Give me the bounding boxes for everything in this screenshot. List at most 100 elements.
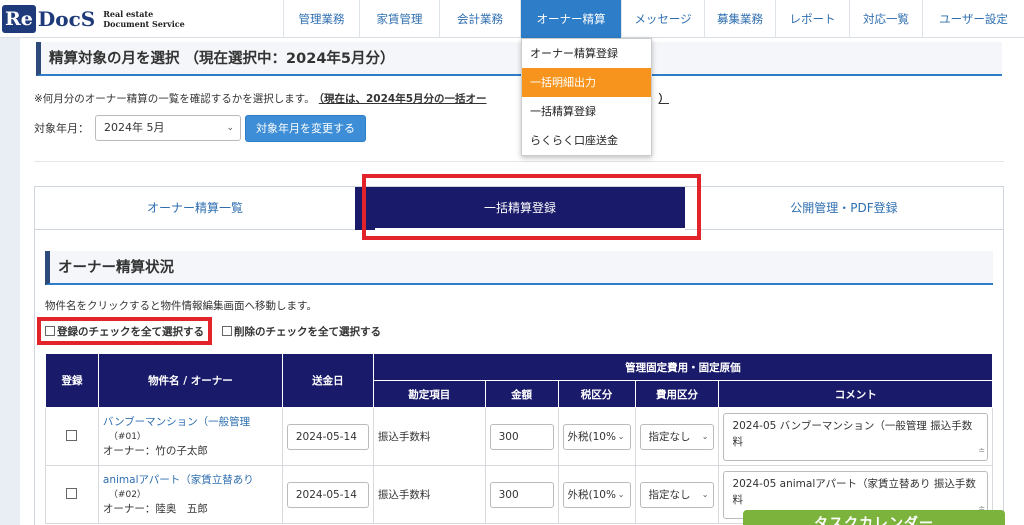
comment-text: 2024-05 バンブーマンション（一般管理 振込手数料 [732, 419, 973, 448]
account-cell: 振込手数料 [372, 407, 486, 466]
cost-type-select[interactable]: 指定なし ⌄ [639, 481, 715, 508]
nav-message[interactable]: メッセージ [621, 0, 704, 38]
owner-settlement-dropdown: オーナー精算登録 一括明細出力 一括精算登録 らくらく口座送金 [521, 38, 652, 156]
logo-subtitle-line1: Real estate [103, 9, 154, 19]
dropdown-item-owner-settlement-register[interactable]: オーナー精算登録 [522, 39, 651, 68]
month-select[interactable]: 2024年 5月 ⌄ [95, 115, 241, 141]
amount-input[interactable]: 300 [489, 423, 554, 450]
checkbox-icon [222, 326, 232, 336]
month-select-heading: 精算対象の月を選択 （現在選択中：2024年5月分） [36, 42, 1002, 76]
header-register: 登録 [45, 353, 99, 408]
task-calendar-button[interactable]: タスクカレンダー [743, 510, 1005, 525]
header-account: 勘定項目 [372, 380, 486, 408]
cost-type-select[interactable]: 指定なし ⌄ [639, 423, 715, 450]
chevron-down-icon: ⌄ [617, 431, 625, 441]
logo-re: Re [2, 5, 36, 33]
nav-accounting[interactable]: 会計業務 [439, 0, 520, 38]
nav-recruitment[interactable]: 募集業務 [704, 0, 775, 38]
nav-rent[interactable]: 家賃管理 [359, 0, 439, 38]
send-date-input[interactable]: 2024-05-14 [286, 481, 369, 508]
dropdown-item-bulk-statement-output[interactable]: 一括明細出力 [522, 68, 651, 97]
month-note-text: ※何月分のオーナー精算の一覧を確認するかを選択します。 [34, 93, 315, 105]
property-link[interactable]: animalアパート（家賃立替あり [103, 473, 278, 488]
nav-report[interactable]: レポート [775, 0, 849, 38]
register-cell [45, 465, 99, 524]
tax-select[interactable]: 外税(10% ⌄ [562, 481, 631, 508]
account-cell: 振込手数料 [372, 465, 486, 524]
register-checkbox[interactable] [66, 487, 78, 499]
tab-publish-pdf[interactable]: 公開管理・PDF登録 [685, 187, 1003, 230]
check-all-register-link[interactable]: 登録のチェックを全て選択する [37, 317, 212, 345]
send-date-input[interactable]: 2024-05-14 [286, 423, 369, 450]
cost-type-cell: 指定なし ⌄ [634, 465, 720, 524]
header-send-date: 送金日 [281, 353, 374, 408]
month-note-emphasis-tail: ） [658, 93, 670, 105]
header-fixed-costs-group: 管理固定費用・固定原価 [372, 353, 994, 381]
check-all-register-label: 登録のチェックを全て選択する [57, 325, 204, 338]
check-all-delete-label: 削除のチェックを全て選択する [234, 325, 381, 338]
register-checkbox[interactable] [66, 429, 78, 441]
owner-settlement-status-heading: オーナー精算状況 [45, 251, 993, 285]
nav-owner-settlement[interactable]: オーナー精算 [520, 0, 621, 38]
chevron-down-icon: ⌄ [617, 489, 625, 499]
active-tab-underline [375, 228, 685, 230]
tab-bulk-settlement-register[interactable]: 一括精算登録 [355, 187, 685, 230]
header-comment: コメント [718, 380, 993, 408]
tab-panel: オーナー精算一覧 一括精算登録 公開管理・PDF登録 オーナー精算状況 物件名を… [34, 174, 1004, 525]
main-nav: 管理業務 家賃管理 会計業務 オーナー精算 メッセージ 募集業務 レポート 対応… [283, 0, 1024, 38]
logo-subtitle-line2: Document Service [103, 19, 185, 29]
month-note-emphasis: （現在は、2024年5月分の一括オー [318, 93, 487, 105]
change-month-button[interactable]: 対象年月を変更する [245, 114, 366, 142]
property-code: （#02） [108, 489, 146, 500]
chevron-down-icon: ⌄ [226, 123, 234, 133]
month-label: 対象年月： [34, 122, 89, 135]
amount-input[interactable]: 300 [489, 481, 554, 508]
top-header: Re DocS Real estate Document Service 管理業… [0, 0, 1024, 38]
comment-textarea[interactable]: 2024-05 バンブーマンション（一般管理 振込手数料 ≐ [723, 412, 988, 461]
redocs-logo[interactable]: Re DocS Real estate Document Service [2, 3, 185, 35]
cost-type-cell: 指定なし ⌄ [634, 407, 720, 466]
property-link[interactable]: バンブーマンション（一般管理 [103, 415, 278, 430]
property-cell: animalアパート（家賃立替あり （#02） オーナー：陸奥 五郎 [97, 465, 283, 524]
amount-cell: 300 [484, 465, 559, 524]
owner-name: オーナー：竹の子太郎 [102, 444, 208, 457]
nav-response-list[interactable]: 対応一覧 [849, 0, 922, 38]
cost-type-select-value: 指定なし [648, 488, 691, 501]
header-tax: 税区分 [557, 380, 636, 408]
month-selector-row: 対象年月： 2024年 5月 ⌄ 対象年月を変更する [34, 114, 366, 142]
check-all-delete-link[interactable]: 削除のチェックを全て選択する [222, 324, 381, 339]
tab-owner-settlement-list[interactable]: オーナー精算一覧 [35, 187, 355, 230]
section-divider [34, 161, 1004, 162]
tax-select-value: 外税(10% [567, 430, 616, 443]
dropdown-item-easy-bank-transfer[interactable]: らくらく口座送金 [522, 126, 651, 155]
tax-cell: 外税(10% ⌄ [557, 465, 636, 524]
table-header-row: 登録 物件名 / オーナー 送金日 管理固定費用・固定原価 [45, 353, 994, 408]
table-row: バンブーマンション（一般管理 （#01） オーナー：竹の子太郎 2024-05-… [45, 407, 993, 466]
tax-select[interactable]: 外税(10% ⌄ [562, 423, 631, 450]
tab-bar: オーナー精算一覧 一括精算登録 公開管理・PDF登録 [35, 187, 1003, 230]
cost-type-select-value: 指定なし [648, 430, 691, 443]
property-cell: バンブーマンション（一般管理 （#01） オーナー：竹の子太郎 [97, 407, 283, 466]
resize-handle-icon[interactable]: ≐ [978, 443, 985, 459]
send-date-cell: 2024-05-14 [281, 465, 374, 524]
property-code: （#01） [108, 431, 146, 442]
dropdown-item-bulk-settlement-register[interactable]: 一括精算登録 [522, 97, 651, 126]
bulk-check-row: 登録のチェックを全て選択する 削除のチェックを全て選択する [35, 317, 381, 345]
amount-cell: 300 [484, 407, 559, 466]
nav-management[interactable]: 管理業務 [283, 0, 359, 38]
logo-docs: DocS [37, 7, 96, 31]
header-cost-type: 費用区分 [634, 380, 720, 408]
register-cell [45, 407, 99, 466]
nav-user-settings[interactable]: ユーザー設定 [922, 0, 1024, 38]
logo-subtitle: Real estate Document Service [103, 9, 185, 29]
tax-select-value: 外税(10% [567, 488, 616, 501]
property-click-hint: 物件名をクリックすると物件情報編集画面へ移動します。 [45, 300, 317, 312]
send-date-cell: 2024-05-14 [281, 407, 374, 466]
tax-cell: 外税(10% ⌄ [557, 407, 636, 466]
settlement-table: 登録 物件名 / オーナー 送金日 管理固定費用・固定原価 勘定項目 金額 税区… [45, 353, 994, 524]
chevron-down-icon: ⌄ [701, 431, 709, 441]
owner-name: オーナー：陸奥 五郎 [102, 502, 208, 515]
comment-text: 2024-05 animalアパート（家賃立替あり 振込手数料 [732, 477, 976, 506]
header-amount: 金額 [484, 380, 559, 408]
chevron-down-icon: ⌄ [701, 489, 709, 499]
